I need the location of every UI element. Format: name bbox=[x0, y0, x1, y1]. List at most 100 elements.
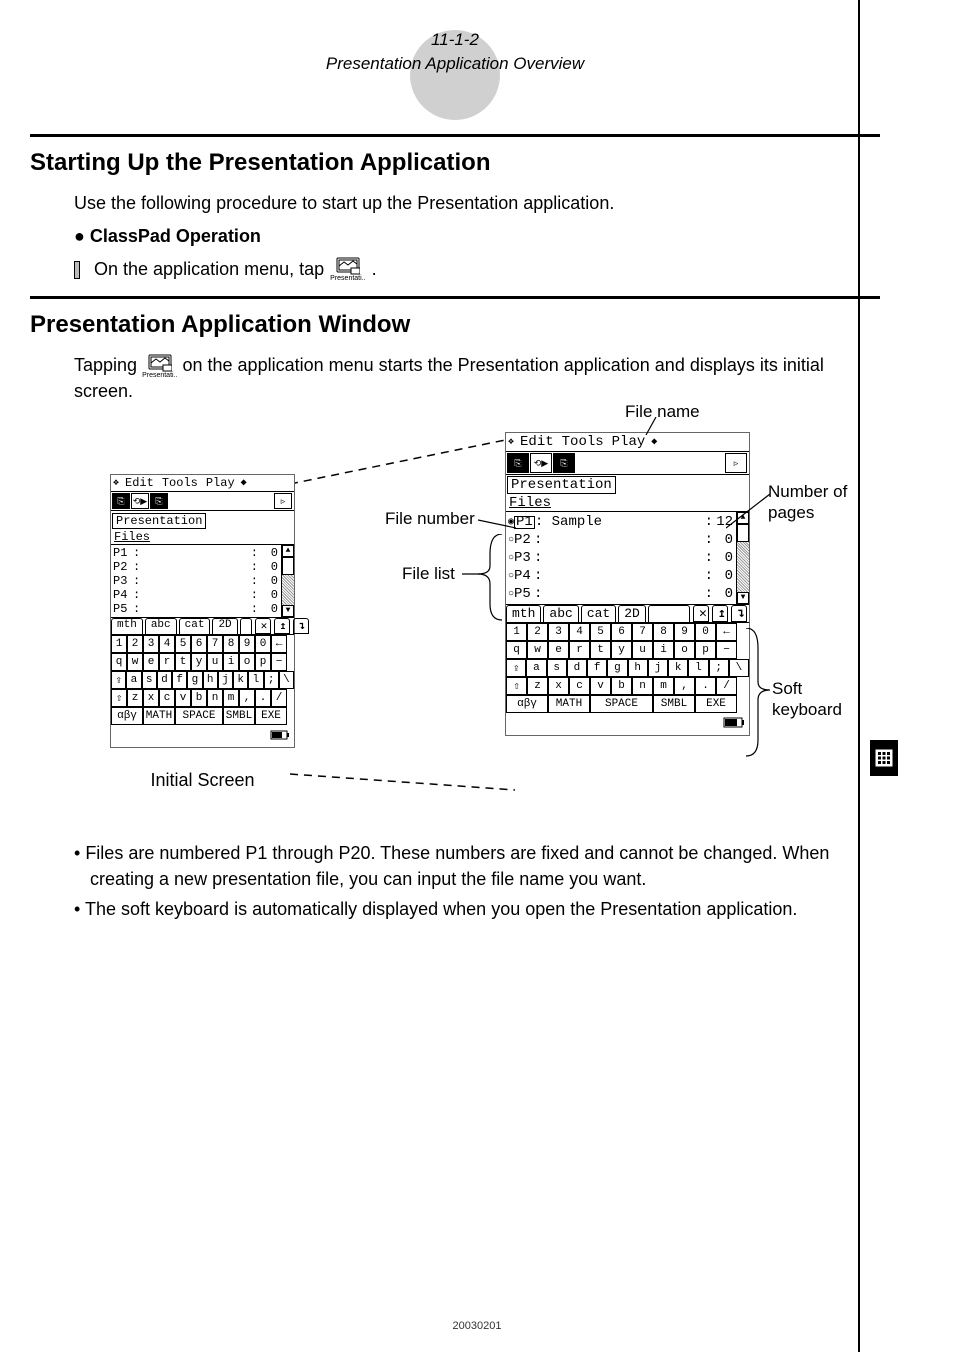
key[interactable]: , bbox=[674, 677, 695, 695]
key[interactable]: v bbox=[175, 689, 191, 707]
key[interactable]: 3 bbox=[143, 635, 159, 653]
key[interactable]: h bbox=[203, 671, 218, 689]
scrollbar[interactable]: ▲▼ bbox=[281, 545, 294, 617]
key[interactable]: b bbox=[611, 677, 632, 695]
key[interactable]: 6 bbox=[191, 635, 207, 653]
tab-cat[interactable]: cat bbox=[179, 618, 211, 634]
key[interactable]: w bbox=[527, 641, 548, 659]
key[interactable]: 0 bbox=[255, 635, 271, 653]
key[interactable]: u bbox=[632, 641, 653, 659]
tb-btn-3[interactable]: ⎘ bbox=[553, 453, 575, 473]
key[interactable]: ← bbox=[716, 623, 737, 641]
key[interactable]: EXE bbox=[695, 695, 737, 713]
key[interactable]: 4 bbox=[569, 623, 590, 641]
key[interactable]: 4 bbox=[159, 635, 175, 653]
key[interactable]: g bbox=[187, 671, 202, 689]
key[interactable]: . bbox=[255, 689, 271, 707]
key[interactable]: SMBL bbox=[223, 707, 255, 725]
tab-mth[interactable]: mth bbox=[111, 618, 143, 634]
key[interactable]: 2 bbox=[527, 623, 548, 641]
key[interactable]: v bbox=[590, 677, 611, 695]
key[interactable]: ; bbox=[264, 671, 279, 689]
key[interactable]: SPACE bbox=[175, 707, 223, 725]
kbd-down-icon[interactable]: ↴ bbox=[731, 605, 747, 622]
key[interactable]: e bbox=[548, 641, 569, 659]
key[interactable]: − bbox=[716, 641, 737, 659]
key[interactable]: p bbox=[695, 641, 716, 659]
key[interactable]: t bbox=[590, 641, 611, 659]
key[interactable]: o bbox=[674, 641, 695, 659]
tab-2d[interactable]: 2D bbox=[212, 618, 237, 634]
key[interactable]: o bbox=[239, 653, 255, 671]
key[interactable]: − bbox=[271, 653, 287, 671]
key[interactable]: m bbox=[223, 689, 239, 707]
key[interactable]: 9 bbox=[239, 635, 255, 653]
key[interactable]: r bbox=[159, 653, 175, 671]
kbd-down-icon[interactable]: ↴ bbox=[293, 618, 309, 634]
kbd-x-icon[interactable]: ✕ bbox=[693, 605, 709, 622]
key[interactable]: ⇧ bbox=[506, 677, 527, 695]
key[interactable]: 9 bbox=[674, 623, 695, 641]
file-number-p1[interactable]: P1 bbox=[514, 516, 535, 529]
key[interactable]: l bbox=[688, 659, 708, 677]
key[interactable]: 7 bbox=[632, 623, 653, 641]
tb-btn-2[interactable]: ⟲▶ bbox=[530, 453, 552, 473]
key[interactable]: n bbox=[632, 677, 653, 695]
key[interactable]: 1 bbox=[506, 623, 527, 641]
tb-btn-expand[interactable]: ▹ bbox=[725, 453, 747, 473]
key[interactable]: 0 bbox=[695, 623, 716, 641]
key[interactable]: z bbox=[527, 677, 548, 695]
tb-btn-1[interactable]: ⎘ bbox=[112, 493, 130, 509]
kbd-x-icon[interactable]: ✕ bbox=[255, 618, 271, 634]
key[interactable]: l bbox=[248, 671, 263, 689]
key[interactable]: y bbox=[611, 641, 632, 659]
key[interactable]: EXE bbox=[255, 707, 287, 725]
tab-abc[interactable]: abc bbox=[543, 605, 578, 622]
menu-tools[interactable]: Tools bbox=[560, 434, 606, 450]
key[interactable]: 7 bbox=[207, 635, 223, 653]
key[interactable]: 5 bbox=[590, 623, 611, 641]
key[interactable]: z bbox=[127, 689, 143, 707]
kbd-up-icon[interactable]: ↥ bbox=[274, 618, 290, 634]
kbd-up-icon[interactable]: ↥ bbox=[712, 605, 728, 622]
key[interactable]: t bbox=[175, 653, 191, 671]
key[interactable]: s bbox=[547, 659, 567, 677]
menu-play[interactable]: Play bbox=[204, 476, 237, 490]
key[interactable]: y bbox=[191, 653, 207, 671]
key[interactable]: SPACE bbox=[590, 695, 653, 713]
key[interactable]: a bbox=[126, 671, 141, 689]
key[interactable]: αβγ bbox=[111, 707, 143, 725]
key[interactable]: j bbox=[648, 659, 668, 677]
key[interactable]: d bbox=[157, 671, 172, 689]
key[interactable]: . bbox=[695, 677, 716, 695]
key[interactable]: \ bbox=[279, 671, 294, 689]
key[interactable]: a bbox=[526, 659, 546, 677]
key[interactable]: j bbox=[218, 671, 233, 689]
key[interactable]: 3 bbox=[548, 623, 569, 641]
menu-play[interactable]: Play bbox=[610, 434, 648, 450]
key[interactable]: / bbox=[716, 677, 737, 695]
key[interactable]: x bbox=[143, 689, 159, 707]
key[interactable]: b bbox=[191, 689, 207, 707]
key[interactable]: ⇪ bbox=[506, 659, 526, 677]
key[interactable]: f bbox=[172, 671, 187, 689]
menu-edit[interactable]: Edit bbox=[123, 476, 156, 490]
key[interactable]: p bbox=[255, 653, 271, 671]
key[interactable]: h bbox=[628, 659, 648, 677]
key[interactable]: SMBL bbox=[653, 695, 695, 713]
key[interactable]: 5 bbox=[175, 635, 191, 653]
key[interactable]: 1 bbox=[111, 635, 127, 653]
key[interactable]: m bbox=[653, 677, 674, 695]
tab-2d[interactable]: 2D bbox=[618, 605, 646, 622]
tab-abc[interactable]: abc bbox=[145, 618, 177, 634]
key[interactable]: 8 bbox=[223, 635, 239, 653]
key[interactable]: k bbox=[233, 671, 248, 689]
key[interactable]: w bbox=[127, 653, 143, 671]
key[interactable]: 6 bbox=[611, 623, 632, 641]
key[interactable]: c bbox=[569, 677, 590, 695]
key[interactable]: e bbox=[143, 653, 159, 671]
key[interactable]: x bbox=[548, 677, 569, 695]
tab-cat[interactable]: cat bbox=[581, 605, 616, 622]
menu-edit[interactable]: Edit bbox=[518, 434, 556, 450]
key[interactable]: k bbox=[668, 659, 688, 677]
